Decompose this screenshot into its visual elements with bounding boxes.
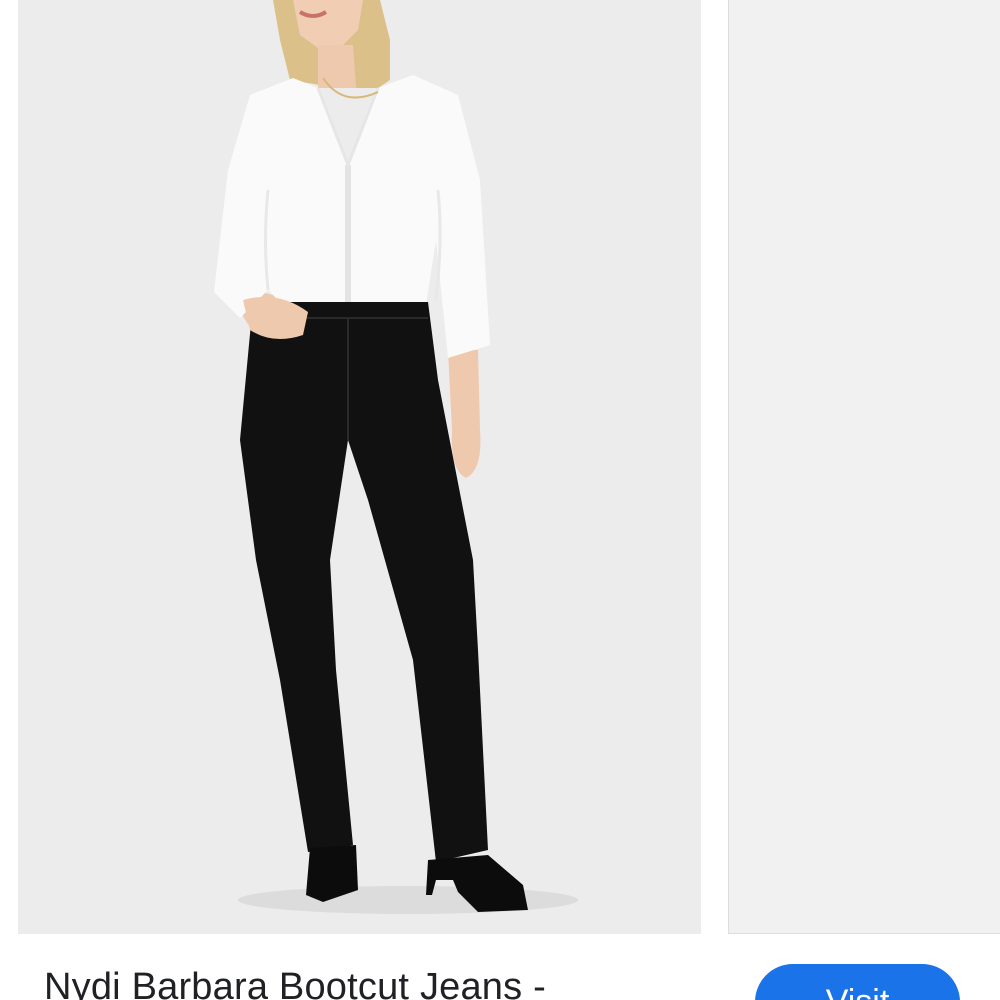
shopping-result-page: Nydi Barbara Bootcut Jeans - Visit <box>0 0 1000 1000</box>
next-product-image[interactable] <box>728 0 1000 934</box>
product-image-carousel[interactable] <box>0 0 1000 934</box>
product-photo-illustration <box>18 0 701 934</box>
visit-button[interactable]: Visit <box>755 964 960 1000</box>
product-title[interactable]: Nydi Barbara Bootcut Jeans - <box>44 964 546 1000</box>
product-image[interactable] <box>18 0 701 934</box>
product-info-bar: Nydi Barbara Bootcut Jeans - Visit <box>0 934 1000 1000</box>
